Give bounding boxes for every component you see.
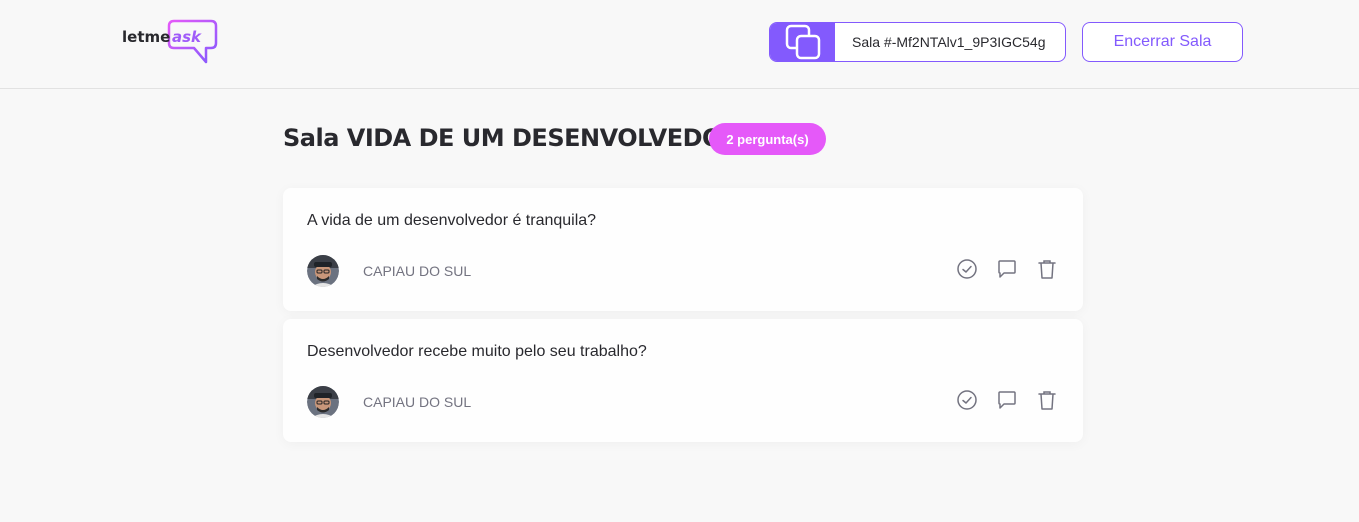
question-count-badge: 2 pergunta(s) (709, 123, 826, 155)
check-icon[interactable] (955, 257, 979, 281)
room-code-button[interactable]: Sala #-Mf2NTAlv1_9P3IGC54g (769, 22, 1066, 62)
question-author: CAPIAU DO SUL (363, 394, 472, 410)
check-icon[interactable] (955, 388, 979, 412)
avatar (307, 386, 339, 418)
svg-text:letme: letme (122, 28, 170, 46)
question-author: CAPIAU DO SUL (363, 263, 472, 279)
question-text: A vida de um desenvolvedor é tranquila? (307, 212, 597, 229)
avatar (307, 255, 339, 287)
copy-icon[interactable] (770, 23, 835, 61)
logo-icon[interactable]: letme ask (122, 18, 218, 66)
trash-icon[interactable] (1035, 388, 1059, 412)
question-actions (955, 388, 1059, 412)
question-actions (955, 257, 1059, 281)
room-code-label: Sala #-Mf2NTAlv1_9P3IGC54g (852, 34, 1046, 50)
answer-icon[interactable] (995, 257, 1019, 281)
question-card: Desenvolvedor recebe muito pelo seu trab… (283, 319, 1083, 442)
header: letme ask Sala #-Mf2NTAlv1_9P3IGC54g Enc… (0, 0, 1359, 89)
answer-icon[interactable] (995, 388, 1019, 412)
question-card: A vida de um desenvolvedor é tranquila? … (283, 188, 1083, 311)
trash-icon[interactable] (1035, 257, 1059, 281)
svg-text:ask: ask (172, 28, 202, 46)
end-room-button[interactable]: Encerrar Sala (1082, 22, 1243, 62)
question-text: Desenvolvedor recebe muito pelo seu trab… (307, 343, 647, 360)
page-title: Sala VIDA DE UM DESENVOLVEDOR (283, 124, 740, 152)
